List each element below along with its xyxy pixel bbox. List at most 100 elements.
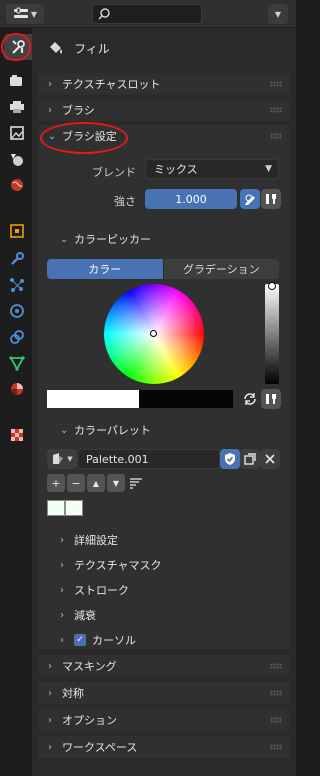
swap-icon xyxy=(244,393,256,405)
fake-user-toggle[interactable] xyxy=(220,449,240,469)
drag-grip-icon[interactable] xyxy=(270,81,282,87)
tab-particles[interactable] xyxy=(4,272,30,298)
subpanel-cursor[interactable]: › ✓ カーソル xyxy=(60,632,136,648)
chevron-right-icon: › xyxy=(48,714,52,726)
chevron-down-icon: ▼ xyxy=(30,9,38,19)
duplicate-palette-button[interactable] xyxy=(240,449,260,469)
cursor-checkbox[interactable]: ✓ xyxy=(74,634,86,646)
panel-symmetry[interactable]: › 対称 xyxy=(38,682,290,704)
tab-data[interactable] xyxy=(4,350,30,376)
sort-colors-button[interactable] xyxy=(127,474,145,492)
tab-view-layer[interactable] xyxy=(4,120,30,146)
value-slider-knob[interactable] xyxy=(268,282,276,290)
drag-grip-icon[interactable] xyxy=(270,133,282,139)
unified-color-toggle[interactable] xyxy=(261,389,281,409)
add-color-button[interactable]: + xyxy=(47,474,65,492)
drag-grip-icon[interactable] xyxy=(270,690,282,696)
panel-title: オプション xyxy=(62,714,117,727)
chevron-down-icon: ⌄ xyxy=(60,424,69,436)
subpanel-label: ストローク xyxy=(74,584,129,597)
properties-editor-icon xyxy=(13,7,28,18)
duplicate-icon xyxy=(244,453,256,465)
palette-browse-button[interactable]: ▼ xyxy=(47,449,77,469)
panel-title: テクスチャスロット xyxy=(62,78,161,91)
subpanel-stroke[interactable]: › ストローク xyxy=(60,582,129,598)
tab-physics[interactable] xyxy=(4,298,30,324)
texture-checker-icon xyxy=(11,429,23,441)
physics-icon xyxy=(10,304,24,318)
panel-brush[interactable]: › ブラシ xyxy=(38,99,290,121)
panel-texture-slot[interactable]: › テクスチャスロット xyxy=(38,73,290,95)
drag-grip-icon[interactable] xyxy=(270,744,282,750)
primary-color-swatch[interactable] xyxy=(47,390,139,408)
tab-render[interactable] xyxy=(4,68,30,94)
color-palette-header[interactable]: ⌄ カラーパレット xyxy=(60,422,151,438)
tab-constraints[interactable] xyxy=(4,324,30,350)
panel-options[interactable]: › オプション xyxy=(38,709,290,731)
color-picker-title: カラーピッカー xyxy=(74,233,151,246)
mesh-data-icon xyxy=(9,356,25,371)
editor-header: ▼ ▼ xyxy=(0,0,296,28)
panel-title: ワークスペース xyxy=(62,741,138,754)
properties-main: フィル › テクスチャスロット › ブラシ ⌄ ブラシ設定 ブレンド ミックス ▼ … xyxy=(32,28,296,776)
palette-icon xyxy=(53,453,64,464)
panel-title: ブラシ xyxy=(62,104,95,117)
sort-icon xyxy=(130,478,142,489)
subpanel-texture-mask[interactable]: › テクスチャマスク xyxy=(60,557,162,573)
subpanel-label: カーソル xyxy=(92,634,136,647)
chevron-right-icon: › xyxy=(48,741,52,753)
color-picker-header[interactable]: ⌄ カラーピッカー xyxy=(60,231,151,247)
wrench-icon xyxy=(11,252,24,265)
value-slider[interactable] xyxy=(265,284,279,384)
tab-texture[interactable] xyxy=(4,422,30,448)
panel-title: マスキング xyxy=(62,660,117,673)
drag-grip-icon[interactable] xyxy=(270,717,282,723)
strength-label: 強さ xyxy=(114,195,136,208)
strength-field[interactable]: 1.000 xyxy=(145,189,237,209)
chevron-down-icon: ▼ xyxy=(67,455,73,463)
color-mode-button[interactable]: カラー xyxy=(47,259,163,279)
palette-color-swatch[interactable] xyxy=(47,500,65,516)
drag-grip-icon[interactable] xyxy=(270,663,282,669)
drag-grip-icon[interactable] xyxy=(270,107,282,113)
move-up-button[interactable]: ▲ xyxy=(87,474,105,492)
chevron-right-icon: › xyxy=(48,660,52,672)
panel-workspace[interactable]: › ワークスペース xyxy=(38,736,290,758)
tab-output[interactable] xyxy=(4,94,30,120)
blend-select[interactable]: ミックス ▼ xyxy=(145,159,279,179)
tab-scene[interactable] xyxy=(4,146,30,172)
chevron-down-icon: ▼ xyxy=(274,9,282,19)
unlink-palette-button[interactable] xyxy=(260,449,280,469)
palette-name-field[interactable]: Palette.001 xyxy=(77,449,220,469)
tab-modifiers[interactable] xyxy=(4,246,30,272)
options-dropdown[interactable]: ▼ xyxy=(268,4,288,24)
search-icon xyxy=(98,8,110,20)
remove-color-button[interactable]: − xyxy=(67,474,85,492)
unified-strength-toggle[interactable] xyxy=(261,189,281,209)
subpanel-falloff[interactable]: › 減衰 xyxy=(60,607,96,623)
palette-name: Palette.001 xyxy=(86,452,149,466)
subpanel-label: テクスチャマスク xyxy=(74,559,162,572)
color-wheel-cursor[interactable] xyxy=(150,330,157,337)
scene-icon xyxy=(11,154,23,166)
color-palette-title: カラーパレット xyxy=(74,424,151,437)
swap-colors-button[interactable] xyxy=(240,389,260,409)
secondary-color-swatch[interactable] xyxy=(139,390,233,408)
palette-color-swatch[interactable] xyxy=(65,500,83,516)
panel-masking[interactable]: › マスキング xyxy=(38,655,290,677)
gradient-mode-button[interactable]: グラデーション xyxy=(162,259,279,279)
tab-object[interactable] xyxy=(4,218,30,244)
constraints-icon xyxy=(10,330,24,344)
tab-world[interactable] xyxy=(4,172,30,198)
blend-label: ブレンド xyxy=(92,166,136,179)
pressure-toggle[interactable] xyxy=(240,189,260,209)
pen-pressure-icon xyxy=(245,194,255,205)
tab-material[interactable] xyxy=(4,376,30,402)
search-input[interactable] xyxy=(92,4,202,24)
blend-value: ミックス xyxy=(154,163,198,176)
editor-type-selector[interactable]: ▼ xyxy=(6,4,44,24)
move-down-button[interactable]: ▼ xyxy=(107,474,125,492)
image-icon xyxy=(10,126,24,140)
subpanel-advanced[interactable]: › 詳細設定 xyxy=(60,532,118,548)
particles-icon xyxy=(10,278,24,292)
